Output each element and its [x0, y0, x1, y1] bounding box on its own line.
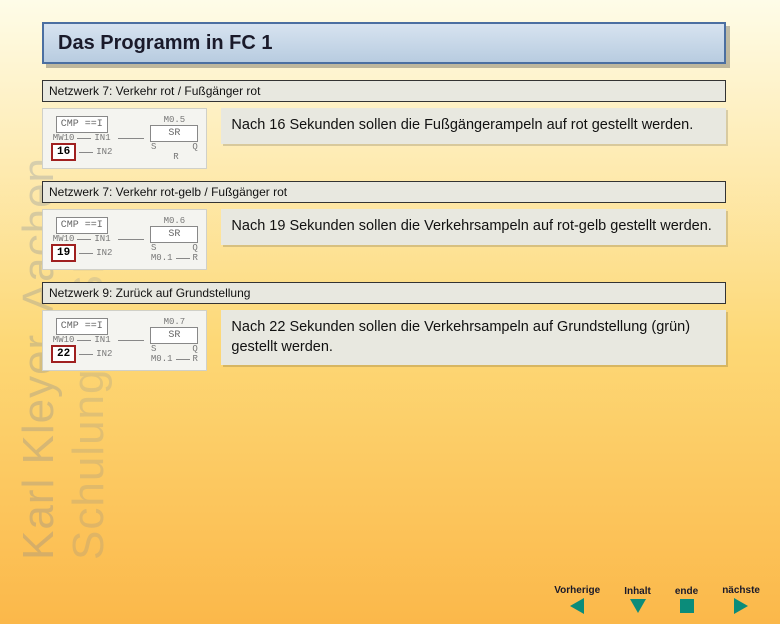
network-row: CMP ==I MW10IN1 19IN2 M0.6 SR SQ M0.1R N…	[42, 209, 726, 270]
sr-title: SR	[150, 125, 198, 142]
square-icon	[680, 599, 694, 613]
nav-end-label: ende	[675, 586, 698, 597]
cmp-block: CMP ==I MW10 IN1 16 IN2	[51, 116, 112, 161]
cmp-in1: IN1	[94, 133, 110, 143]
nav-next-label: nächste	[722, 585, 760, 596]
nav-footer: Vorherige Inhalt ende nächste	[554, 585, 760, 614]
content-area: Netzwerk 7: Verkehr rot / Fußgänger rot …	[42, 80, 726, 383]
cmp-title: CMP ==I	[56, 116, 108, 133]
triangle-left-icon	[570, 598, 584, 614]
page-title: Das Programm in FC 1	[42, 22, 726, 64]
triangle-right-icon	[734, 598, 748, 614]
ladder-diagram: CMP ==I MW10 IN1 16 IN2 M0.5 SR S Q R	[42, 108, 207, 169]
cmp-value: 16	[51, 143, 76, 161]
title-text: Das Programm in FC 1	[58, 32, 273, 55]
nav-toc[interactable]: Inhalt	[624, 586, 651, 613]
sr-block: M0.6 SR SQ M0.1R	[150, 216, 198, 263]
nav-prev-label: Vorherige	[554, 585, 600, 596]
network-description: Nach 22 Sekunden sollen die Verkehrsampe…	[221, 310, 726, 365]
network-header: Netzwerk 7: Verkehr rot / Fußgänger rot	[42, 80, 726, 102]
sr-block: M0.5 SR S Q R	[150, 115, 198, 162]
network-row: CMP ==I MW10IN1 22IN2 M0.7 SR SQ M0.1R N…	[42, 310, 726, 371]
nav-prev[interactable]: Vorherige	[554, 585, 600, 614]
network-row: CMP ==I MW10 IN1 16 IN2 M0.5 SR S Q R Nach …	[42, 108, 726, 169]
network-description: Nach 16 Sekunden sollen die Fußgängeramp…	[221, 108, 726, 144]
network-header: Netzwerk 9: Zurück auf Grundstellung	[42, 282, 726, 304]
network-description: Nach 19 Sekunden sollen die Verkehrsampe…	[221, 209, 726, 245]
network-header: Netzwerk 7: Verkehr rot-gelb / Fußgänger…	[42, 181, 726, 203]
ladder-diagram: CMP ==I MW10IN1 19IN2 M0.6 SR SQ M0.1R	[42, 209, 207, 270]
cmp-in2: IN2	[96, 147, 112, 157]
cmp-block: CMP ==I MW10IN1 22IN2	[51, 318, 112, 363]
nav-toc-label: Inhalt	[624, 586, 651, 597]
nav-next[interactable]: nächste	[722, 585, 760, 614]
cmp-in1-src: MW10	[53, 133, 75, 143]
triangle-down-icon	[630, 599, 646, 613]
ladder-diagram: CMP ==I MW10IN1 22IN2 M0.7 SR SQ M0.1R	[42, 310, 207, 371]
sr-s: S	[151, 142, 156, 152]
nav-end[interactable]: ende	[675, 586, 698, 613]
cmp-title: CMP ==I	[56, 217, 108, 234]
sr-q: Q	[192, 142, 197, 152]
cmp-block: CMP ==I MW10IN1 19IN2	[51, 217, 112, 262]
sr-r: R	[173, 152, 178, 162]
sr-addr: M0.5	[164, 115, 186, 125]
cmp-value: 19	[51, 244, 76, 262]
sr-block: M0.7 SR SQ M0.1R	[150, 317, 198, 364]
cmp-value: 22	[51, 345, 76, 363]
